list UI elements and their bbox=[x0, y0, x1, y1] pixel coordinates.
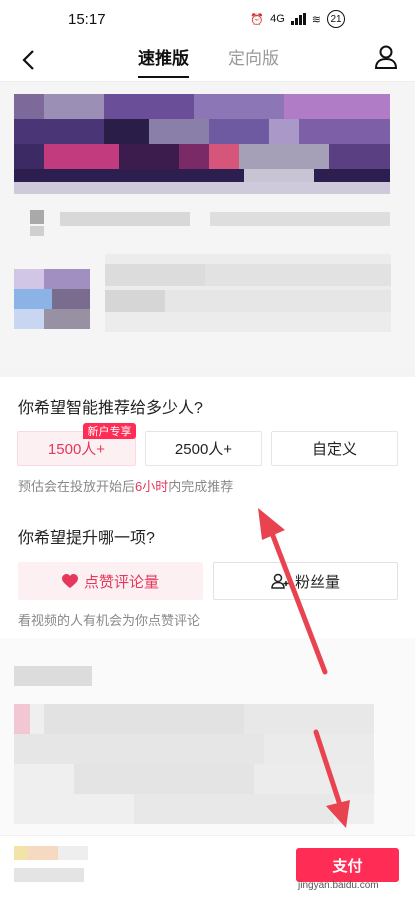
annotation-arrows bbox=[258, 508, 350, 828]
arrow-up bbox=[258, 508, 328, 675]
arrow-down bbox=[313, 729, 350, 828]
